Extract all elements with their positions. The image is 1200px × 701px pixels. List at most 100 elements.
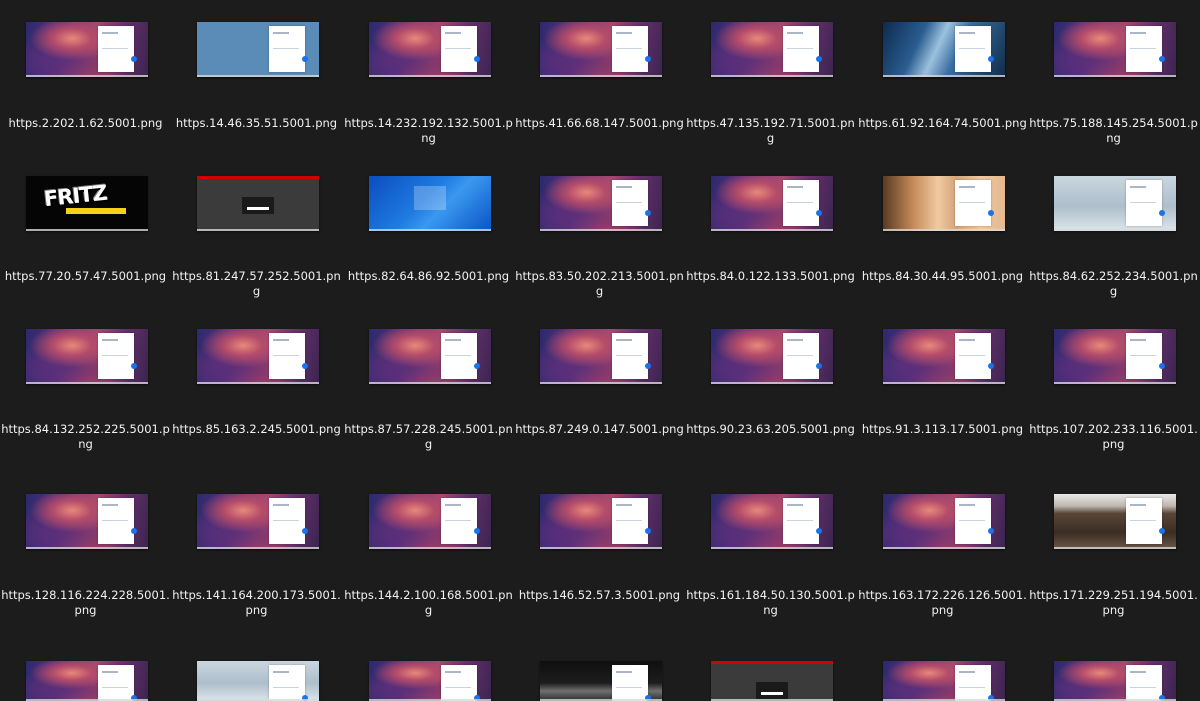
file-thumbnail[interactable]	[1054, 661, 1176, 701]
thumbnail-footer-line	[883, 382, 1005, 384]
fritz-banner-bar	[66, 208, 126, 214]
thumbnail-footer-line	[711, 547, 833, 549]
thumbnail-footer-line	[883, 229, 1005, 231]
submit-button-preview	[988, 528, 994, 534]
file-name-label: https.87.57.228.245.5001.png	[344, 422, 513, 451]
file-thumbnail[interactable]	[711, 22, 833, 77]
file-thumbnail[interactable]	[883, 494, 1005, 549]
file-thumbnail[interactable]	[369, 176, 491, 231]
file-name-label: https.47.135.192.71.5001.png	[686, 116, 855, 145]
submit-button-preview	[474, 528, 480, 534]
thumbnail-footer-line	[369, 229, 491, 231]
login-card-preview	[783, 180, 822, 226]
login-box-preview	[242, 197, 274, 214]
file-name-label: https.107.202.233.116.5001.png	[1029, 422, 1198, 451]
thumbnail-footer-line	[540, 382, 662, 384]
file-thumbnail[interactable]	[197, 22, 319, 77]
submit-button-preview	[131, 528, 137, 534]
submit-button-preview	[131, 56, 137, 62]
login-card-preview	[441, 498, 480, 544]
thumbnail-footer-line	[369, 547, 491, 549]
file-thumbnail[interactable]	[883, 176, 1005, 231]
thumbnail-footer-line	[540, 229, 662, 231]
thumbnail-footer-line	[883, 75, 1005, 77]
login-card-preview	[955, 333, 994, 379]
fritz-logo-image: FRITZ	[42, 180, 108, 212]
file-thumbnail[interactable]	[540, 329, 662, 384]
submit-button-preview	[645, 56, 651, 62]
file-thumbnail[interactable]	[197, 329, 319, 384]
file-thumbnail[interactable]	[711, 494, 833, 549]
login-card-preview	[98, 333, 137, 379]
file-name-label: https.14.232.192.132.5001.png	[344, 116, 513, 145]
login-card-preview	[441, 26, 480, 72]
login-card-preview	[1126, 180, 1165, 226]
login-card-preview	[612, 180, 651, 226]
thumbnail-footer-line	[197, 382, 319, 384]
file-thumbnail[interactable]	[883, 329, 1005, 384]
file-thumbnail[interactable]	[1054, 22, 1176, 77]
file-thumbnail[interactable]	[540, 661, 662, 701]
login-card-preview	[955, 665, 994, 701]
file-thumbnail[interactable]	[540, 176, 662, 231]
login-card-preview	[783, 26, 822, 72]
file-thumbnail[interactable]	[26, 329, 148, 384]
thumbnail-footer-line	[1054, 229, 1176, 231]
file-name-label: https.146.52.57.3.5001.png	[518, 588, 681, 602]
file-thumbnail[interactable]	[711, 661, 833, 701]
submit-button-preview	[302, 56, 308, 62]
submit-button-preview	[816, 363, 822, 369]
file-name-label: https.83.50.202.213.5001.png	[515, 269, 684, 298]
file-name-label: https.61.92.164.74.5001.png	[858, 116, 1027, 130]
thumbnail-footer-line	[369, 382, 491, 384]
file-thumbnail-grid: https.2.202.1.62.5001.png https.14.46.35.…	[0, 0, 1200, 701]
login-card-preview	[612, 665, 651, 701]
thumbnail-footer-line	[1054, 382, 1176, 384]
thumbnail-footer-line	[1054, 547, 1176, 549]
submit-button-preview	[302, 363, 308, 369]
file-thumbnail[interactable]	[197, 661, 319, 701]
file-thumbnail[interactable]	[883, 661, 1005, 701]
file-name-label: https.82.64.86.92.5001.png	[347, 269, 510, 283]
thumbnail-footer-line	[197, 547, 319, 549]
login-card-preview	[1126, 498, 1165, 544]
submit-button-preview	[302, 528, 308, 534]
file-name-label: https.2.202.1.62.5001.png	[8, 116, 163, 130]
file-thumbnail[interactable]	[1054, 176, 1176, 231]
file-thumbnail[interactable]	[1054, 329, 1176, 384]
file-name-label: https.128.116.224.228.5001.png	[1, 588, 170, 617]
file-thumbnail[interactable]	[711, 176, 833, 231]
file-name-label: https.75.188.145.254.5001.png	[1029, 116, 1198, 145]
file-name-label: https.84.30.44.95.5001.png	[861, 269, 1024, 283]
file-thumbnail[interactable]	[540, 494, 662, 549]
file-thumbnail[interactable]	[369, 329, 491, 384]
login-card-preview	[1126, 26, 1165, 72]
submit-button-preview	[1159, 528, 1165, 534]
file-thumbnail[interactable]	[197, 494, 319, 549]
file-thumbnail[interactable]	[26, 494, 148, 549]
file-name-label: https.87.249.0.147.5001.png	[515, 422, 684, 436]
file-thumbnail[interactable]	[369, 494, 491, 549]
file-name-label: https.81.247.57.252.5001.png	[172, 269, 341, 298]
thumbnail-footer-line	[883, 547, 1005, 549]
login-dialog-preview	[414, 186, 446, 210]
file-thumbnail[interactable]	[540, 22, 662, 77]
thumbnail-footer-line	[197, 229, 319, 231]
file-thumbnail[interactable]	[26, 661, 148, 701]
login-card-preview	[269, 333, 308, 379]
file-thumbnail[interactable]	[197, 176, 319, 231]
login-card-preview	[955, 498, 994, 544]
file-thumbnail[interactable]	[26, 22, 148, 77]
file-name-label: https.141.164.200.173.5001.png	[172, 588, 341, 617]
file-name-label: https.171.229.251.194.5001.png	[1029, 588, 1198, 617]
file-thumbnail[interactable]	[711, 329, 833, 384]
file-thumbnail[interactable]	[369, 661, 491, 701]
file-thumbnail[interactable]: FRITZ	[26, 176, 148, 231]
file-thumbnail[interactable]	[883, 22, 1005, 77]
submit-button-preview	[988, 56, 994, 62]
file-name-label: https.91.3.113.17.5001.png	[861, 422, 1024, 436]
file-name-label: https.84.62.252.234.5001.png	[1029, 269, 1198, 298]
file-thumbnail[interactable]	[1054, 494, 1176, 549]
file-thumbnail[interactable]	[369, 22, 491, 77]
submit-button-preview	[1159, 210, 1165, 216]
